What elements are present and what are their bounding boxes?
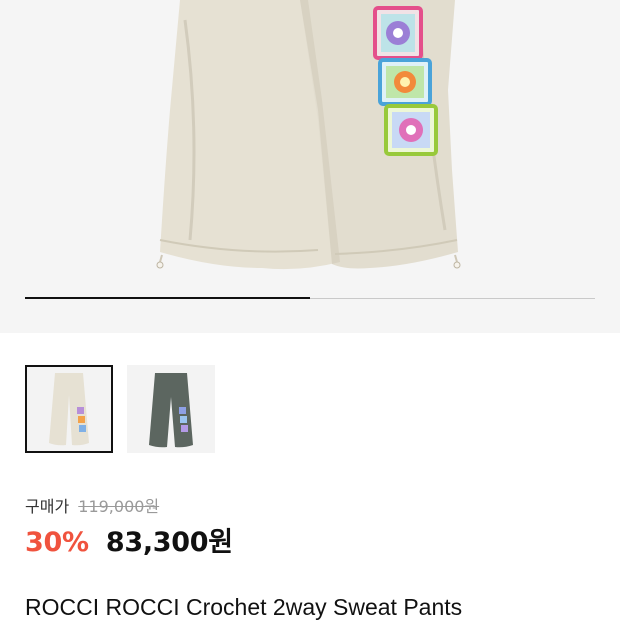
product-main-image[interactable]: [0, 0, 620, 333]
gallery-progress-indicator: [25, 297, 310, 299]
thumbnail-pants-image: [149, 373, 193, 448]
thumbnail-pants-image: [49, 373, 89, 446]
sale-price-row: 30% 83,300원: [25, 520, 233, 559]
discount-rate: 30%: [25, 527, 89, 558]
crochet-patch: [373, 6, 423, 60]
original-price: 119,000원: [78, 497, 160, 516]
thumbnail-cream[interactable]: [25, 365, 113, 453]
gallery-progress-bar: [25, 297, 595, 299]
crochet-patch: [378, 58, 432, 106]
final-price: 83,300원: [105, 527, 233, 558]
purchase-label: 구매가: [25, 497, 70, 516]
crochet-patch: [384, 104, 438, 156]
thumbnail-charcoal[interactable]: [127, 365, 215, 453]
purchase-price-row: 구매가 119,000원: [25, 493, 159, 517]
pants-illustration: [156, 0, 461, 270]
product-title: ROCCI ROCCI Crochet 2way Sweat Pants: [25, 594, 463, 620]
